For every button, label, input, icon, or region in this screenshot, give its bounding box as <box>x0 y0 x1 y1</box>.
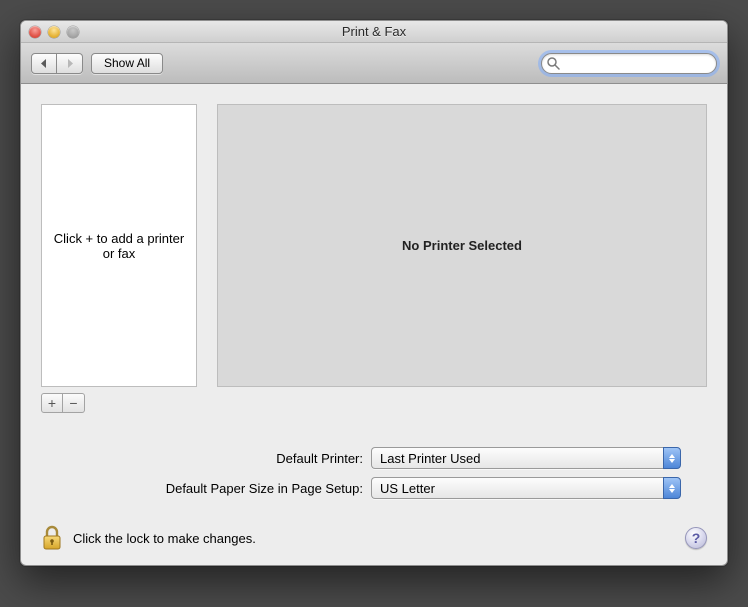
printer-sidebar: Click + to add a printer or fax + − <box>41 104 197 413</box>
chevron-right-icon <box>66 59 74 68</box>
select-arrows-icon <box>663 447 681 469</box>
help-button[interactable]: ? <box>685 527 707 549</box>
zoom-window-button[interactable] <box>67 26 79 38</box>
paper-size-value: US Letter <box>371 477 663 499</box>
preferences-window: Print & Fax Show All Click + to add a pr <box>20 20 728 566</box>
show-all-button[interactable]: Show All <box>91 53 163 74</box>
default-printer-row: Default Printer: Last Printer Used <box>41 447 707 469</box>
search-field-container <box>541 53 717 74</box>
panels: Click + to add a printer or fax + − No P… <box>41 104 707 413</box>
footer: Click the lock to make changes. ? <box>41 525 707 551</box>
printer-list-empty-text: Click + to add a printer or fax <box>52 231 186 261</box>
search-input[interactable] <box>541 53 717 74</box>
default-printer-label: Default Printer: <box>41 451 363 466</box>
titlebar: Print & Fax <box>21 21 727 43</box>
window-title: Print & Fax <box>21 24 727 39</box>
default-printer-value: Last Printer Used <box>371 447 663 469</box>
chevron-left-icon <box>40 59 48 68</box>
printer-detail-panel: No Printer Selected <box>217 104 707 387</box>
defaults-form: Default Printer: Last Printer Used Defau… <box>41 447 707 499</box>
content-area: Click + to add a printer or fax + − No P… <box>21 84 727 565</box>
printer-detail-empty-text: No Printer Selected <box>402 238 522 253</box>
toolbar: Show All <box>21 43 727 84</box>
lock-button[interactable] <box>41 525 63 551</box>
remove-printer-button[interactable]: − <box>63 393 85 413</box>
lock-icon <box>41 525 63 551</box>
add-printer-button[interactable]: + <box>41 393 63 413</box>
close-window-button[interactable] <box>29 26 41 38</box>
printer-list[interactable]: Click + to add a printer or fax <box>41 104 197 387</box>
nav-segment <box>31 53 83 74</box>
forward-button[interactable] <box>57 53 83 74</box>
traffic-lights <box>29 26 79 38</box>
paper-size-label: Default Paper Size in Page Setup: <box>41 481 363 496</box>
paper-size-row: Default Paper Size in Page Setup: US Let… <box>41 477 707 499</box>
back-button[interactable] <box>31 53 57 74</box>
select-arrows-icon <box>663 477 681 499</box>
paper-size-select[interactable]: US Letter <box>371 477 681 499</box>
default-printer-select[interactable]: Last Printer Used <box>371 447 681 469</box>
minimize-window-button[interactable] <box>48 26 60 38</box>
lock-hint-text: Click the lock to make changes. <box>73 531 256 546</box>
add-remove-controls: + − <box>41 393 197 413</box>
